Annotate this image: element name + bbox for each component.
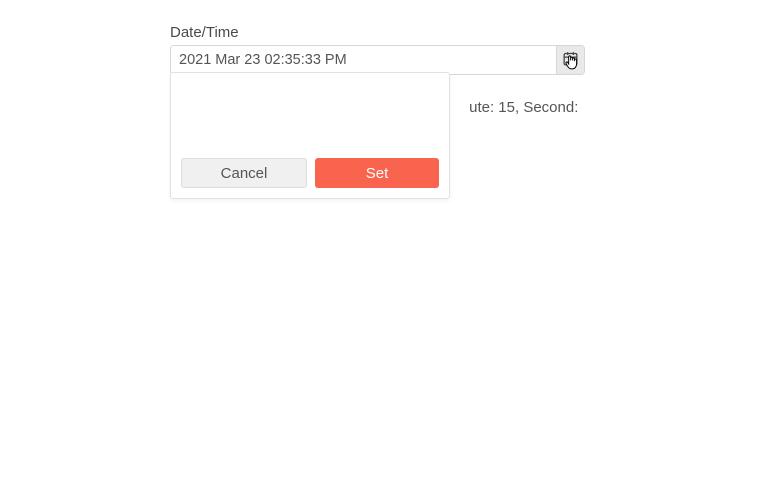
cancel-button[interactable]: Cancel [181,158,307,188]
calendar-button[interactable] [556,46,584,74]
datetime-input-wrapper [170,45,585,75]
set-button[interactable]: Set [315,158,439,188]
calendar-icon [562,50,579,70]
datetime-picker-popup: Cancel Set [170,72,450,199]
datetime-label: Date/Time [170,24,585,41]
datetime-input[interactable] [171,46,556,74]
